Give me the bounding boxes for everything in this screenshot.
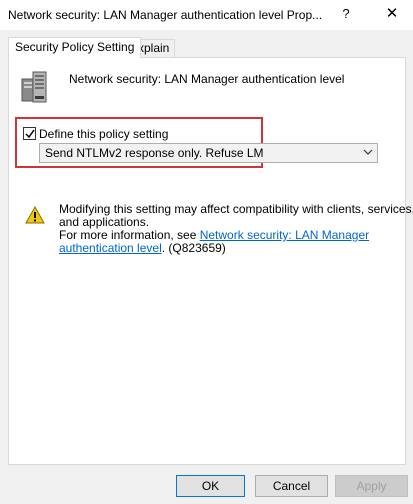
tab-security-policy-setting[interactable]: Security Policy Setting (8, 37, 142, 58)
server-computer-icon (21, 71, 47, 103)
help-button[interactable]: ? (330, 0, 362, 30)
warning-message: Modifying this setting may affect compat… (59, 203, 413, 255)
cancel-button[interactable]: Cancel (255, 475, 328, 497)
warning-icon (25, 206, 45, 224)
warning-line-4-suffix: . (Q823659) (161, 241, 226, 255)
checkmark-icon (25, 129, 35, 139)
apply-button[interactable]: Apply (335, 475, 408, 497)
chevron-down-icon (363, 149, 373, 155)
define-policy-checkbox[interactable] (23, 127, 36, 140)
close-button[interactable]: ✕ (374, 0, 410, 30)
policy-help-link-part-1[interactable]: Network security: LAN Manager (200, 228, 369, 242)
dropdown-selected-value: Send NTLMv2 response only. Refuse LM (45, 146, 264, 160)
define-policy-label[interactable]: Define this policy setting (39, 127, 168, 141)
title-bar: Network security: LAN Manager authentica… (0, 0, 413, 30)
ok-button[interactable]: OK (176, 475, 245, 497)
authentication-level-dropdown[interactable]: Send NTLMv2 response only. Refuse LM (39, 143, 378, 163)
policy-help-link-part-2[interactable]: authentication level (59, 241, 162, 255)
warning-line-2: and applications. (59, 215, 150, 229)
policy-name: Network security: LAN Manager authentica… (69, 72, 345, 86)
tab-panel: Network security: LAN Manager authentica… (8, 57, 413, 465)
window-title: Network security: LAN Manager authentica… (8, 8, 323, 22)
warning-line-1: Modifying this setting may affect compat… (59, 202, 413, 216)
dialog-client: Security Policy Setting Explain Network … (0, 30, 413, 504)
warning-line-3-prefix: For more information, see (59, 228, 200, 242)
